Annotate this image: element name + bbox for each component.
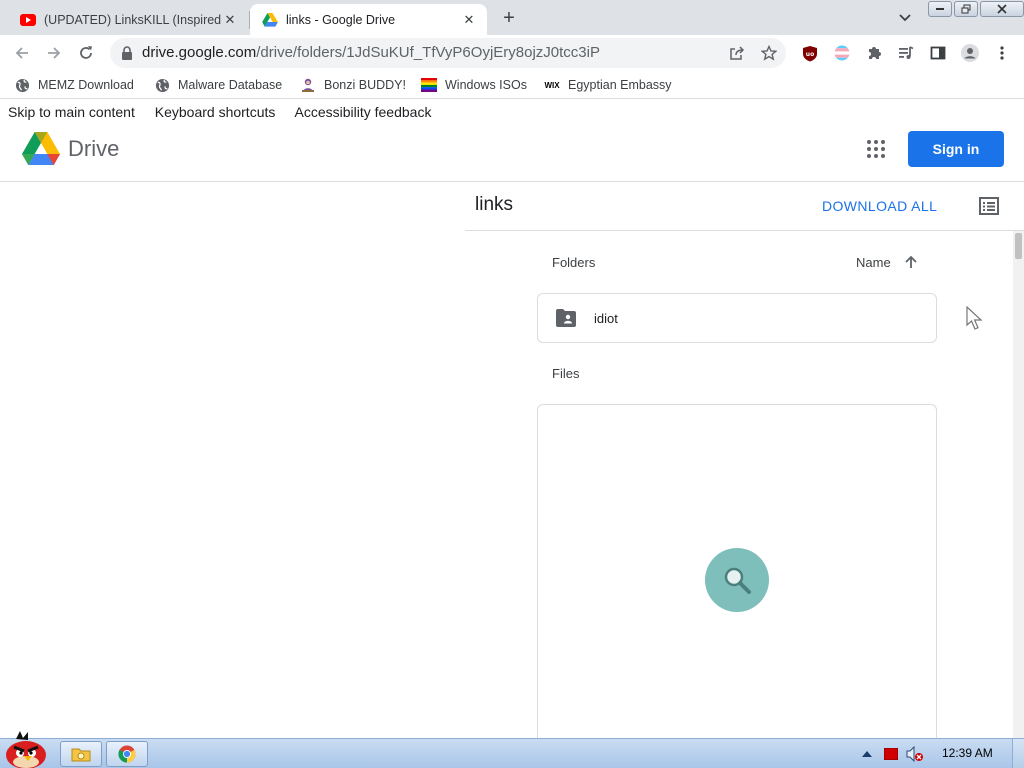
sort-label: Name [856, 254, 891, 270]
bookmark-label: Bonzi BUDDY! [324, 78, 406, 92]
shared-folder-icon [556, 309, 576, 327]
new-tab-button[interactable]: + [498, 7, 520, 29]
side-panel-icon[interactable] [929, 44, 947, 62]
youtube-icon [20, 12, 36, 28]
extensions-puzzle-icon[interactable] [865, 44, 883, 62]
tab-title: (UPDATED) LinksKILL (Inspired [44, 12, 222, 27]
tab-linkskill[interactable]: (UPDATED) LinksKILL (Inspired ✕ [8, 4, 248, 35]
bookmarks-bar: MEMZ Download Malware Database Bonzi BUD… [0, 71, 1024, 99]
kebab-menu-icon[interactable] [993, 44, 1011, 62]
skip-links: Skip to main content Keyboard shortcuts … [8, 104, 447, 120]
start-button-angry-bird-icon[interactable] [2, 731, 50, 768]
system-clock[interactable]: 12:39 AM [942, 746, 993, 760]
ublock-origin-icon[interactable]: uo [801, 44, 819, 62]
scrollbar-thumb[interactable] [1015, 233, 1022, 259]
tab-google-drive[interactable]: links - Google Drive ✕ [250, 4, 487, 35]
window-controls [928, 1, 1024, 18]
bookmark-label: Egyptian Embassy [568, 78, 672, 92]
tab-search-chevron-icon[interactable] [896, 9, 914, 27]
folder-item[interactable]: idiot [537, 293, 937, 343]
bookmark-bonzi-buddy[interactable]: Bonzi BUDDY! [300, 76, 406, 94]
volume-muted-icon[interactable] [905, 746, 925, 762]
close-tab-icon[interactable]: ✕ [222, 12, 238, 28]
show-desktop-button[interactable] [1012, 739, 1024, 768]
arrow-up-icon[interactable] [903, 254, 919, 270]
windows-taskbar: 12:39 AM [0, 731, 1024, 768]
lock-icon[interactable] [120, 45, 136, 61]
wix-icon: WIX [544, 80, 560, 90]
folders-section-label: Folders [552, 255, 596, 270]
bookmark-windows-isos[interactable]: Windows ISOs [421, 76, 527, 94]
download-all-button[interactable]: DOWNLOAD ALL [822, 198, 937, 214]
folder-name: idiot [594, 311, 618, 326]
action-center-flag-icon[interactable] [883, 746, 899, 762]
mouse-cursor-icon [966, 306, 983, 330]
profile-avatar-icon[interactable] [961, 44, 979, 62]
keyboard-shortcuts-link[interactable]: Keyboard shortcuts [155, 104, 276, 120]
folder-title: links [475, 194, 514, 215]
bookmark-label: MEMZ Download [38, 78, 134, 92]
taskbar-chrome-button[interactable] [106, 741, 148, 767]
rainbow-flag-icon [421, 77, 437, 93]
show-hidden-icons-icon[interactable] [860, 746, 874, 762]
google-drive-icon [262, 12, 278, 28]
bookmark-malware-database[interactable]: Malware Database [154, 76, 282, 94]
google-drive-logo-icon[interactable] [22, 132, 60, 166]
magnifier-icon [724, 567, 751, 594]
forward-arrow-icon[interactable] [42, 41, 66, 65]
drive-brand-name[interactable]: Drive [68, 136, 119, 162]
tab-strip: (UPDATED) LinksKILL (Inspired ✕ links - … [0, 0, 1024, 35]
bookmark-memz[interactable]: MEMZ Download [14, 76, 134, 94]
back-arrow-icon[interactable] [10, 41, 34, 65]
list-view-icon[interactable] [979, 197, 999, 215]
close-tab-icon[interactable]: ✕ [461, 12, 477, 28]
bookmark-label: Windows ISOs [445, 78, 527, 92]
chrome-icon [118, 745, 136, 763]
google-apps-grid-icon[interactable] [866, 139, 886, 159]
folder-bar: links DOWNLOAD ALL [465, 182, 1024, 231]
files-section-label: Files [552, 366, 580, 381]
bonzi-icon [300, 77, 316, 93]
bookmark-egyptian-embassy[interactable]: WIX Egyptian Embassy [544, 76, 672, 94]
minimize-button[interactable] [928, 1, 952, 17]
browser-toolbar: drive.google.com/drive/folders/1JdSuKUf_… [0, 35, 1024, 71]
share-icon[interactable] [728, 44, 746, 62]
close-window-button[interactable] [980, 1, 1024, 17]
folder-libraries-icon [71, 748, 91, 762]
tab-title: links - Google Drive [286, 12, 396, 27]
media-playlist-icon[interactable] [897, 44, 915, 62]
reload-icon[interactable] [74, 41, 98, 65]
skip-to-main-link[interactable]: Skip to main content [8, 104, 135, 120]
restore-button[interactable] [954, 1, 978, 17]
bookmark-label: Malware Database [178, 78, 283, 92]
url-path: /drive/folders/1JdSuKUf_TfVyP6OyjEry8ojz… [256, 44, 600, 61]
accessibility-feedback-link[interactable]: Accessibility feedback [295, 104, 432, 120]
globe-icon [14, 77, 30, 93]
globe-icon [154, 77, 170, 93]
page-scrollbar[interactable] [1013, 231, 1024, 738]
trans-flag-extension-icon[interactable] [833, 44, 851, 62]
taskbar-explorer-button[interactable] [60, 741, 102, 767]
sort-by-name[interactable]: Name [856, 254, 919, 270]
url-text[interactable]: drive.google.com/drive/folders/1JdSuKUf_… [142, 38, 600, 68]
loading-search-spinner [705, 548, 769, 612]
url-host: drive.google.com [142, 44, 257, 61]
svg-text:uo: uo [806, 51, 814, 58]
bookmark-star-icon[interactable] [760, 44, 778, 62]
address-bar[interactable]: drive.google.com/drive/folders/1JdSuKUf_… [110, 38, 786, 68]
sign-in-button[interactable]: Sign in [908, 131, 1004, 167]
drive-header: Drive Sign in [0, 120, 1024, 182]
